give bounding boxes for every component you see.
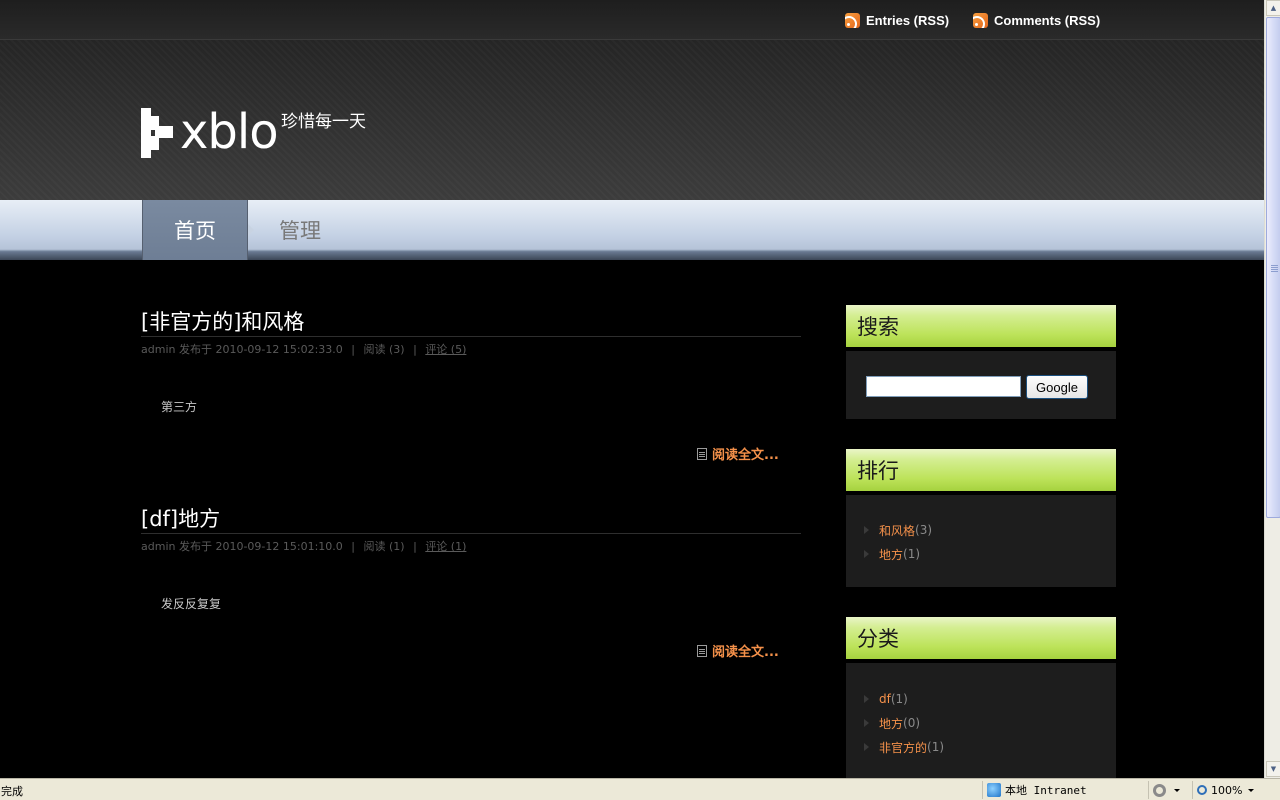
- entries-rss-link[interactable]: Entries (RSS): [845, 12, 949, 28]
- post-excerpt: 第三方: [161, 400, 198, 414]
- post-author[interactable]: admin: [141, 343, 175, 356]
- category-item-link[interactable]: df: [879, 692, 891, 706]
- chevron-down-icon: [1248, 788, 1255, 792]
- zoom-icon: [1197, 785, 1207, 795]
- site-logo-text[interactable]: xblo: [180, 104, 279, 160]
- widget-title: 搜索: [846, 305, 1116, 347]
- nav-item-home[interactable]: 首页: [142, 200, 248, 260]
- post-published-prefix: 发布于: [178, 540, 212, 553]
- post-meta: admin 发布于 2010-09-12 15:02:33.0 | 阅读 (3)…: [141, 343, 467, 356]
- list-item: 地方 (0): [864, 711, 944, 735]
- scroll-down-button[interactable]: ▼: [1266, 761, 1280, 777]
- widget-title: 排行: [846, 449, 1116, 491]
- ranking-widget: 排行 和风格 (3) 地方 (1): [846, 449, 1116, 587]
- post-divider: [141, 336, 801, 337]
- categories-list: df (1) 地方 (0) 非官方的 (1): [864, 687, 944, 759]
- post-published-prefix: 发布于: [178, 343, 212, 356]
- logo-mark-icon[interactable]: [141, 108, 173, 158]
- security-zone[interactable]: 本地 Intranet: [982, 781, 1148, 799]
- grip-icon: [1271, 265, 1278, 266]
- status-text: 完成: [1, 785, 23, 798]
- scrollbar-thumb[interactable]: [1266, 17, 1280, 518]
- gear-icon: [1153, 783, 1166, 797]
- list-item: 和风格 (3): [864, 518, 932, 542]
- ranking-item-link[interactable]: 和风格: [879, 522, 915, 539]
- nav-item-admin[interactable]: 管理: [255, 200, 345, 260]
- item-count: (0): [903, 716, 921, 730]
- zone-label: 本地 Intranet: [1005, 784, 1087, 797]
- item-count: (3): [915, 523, 933, 537]
- post-datetime: 2010-09-12 15:02:33.0: [215, 343, 343, 356]
- post-read-count: 阅读 (3): [363, 343, 405, 356]
- read-more-link[interactable]: 阅读全文...: [697, 641, 779, 660]
- nav-item-label: 管理: [279, 219, 321, 243]
- intranet-zone-icon: [987, 783, 1001, 797]
- rss-icon: [973, 12, 988, 28]
- post-comments-link[interactable]: 评论 (5): [425, 343, 466, 356]
- nav-item-label: 首页: [174, 219, 216, 243]
- post-read-count: 阅读 (1): [363, 540, 405, 553]
- protected-mode-indicator[interactable]: [1148, 781, 1190, 799]
- comments-rss-label: Comments (RSS): [994, 12, 1101, 28]
- comments-rss-link[interactable]: Comments (RSS): [973, 12, 1100, 28]
- category-item-link[interactable]: 地方: [879, 715, 903, 732]
- chevron-down-icon: [1174, 788, 1180, 792]
- ranking-list: 和风格 (3) 地方 (1): [864, 518, 932, 566]
- entries-rss-label: Entries (RSS): [866, 12, 950, 28]
- read-more-label: 阅读全文...: [712, 645, 779, 660]
- item-count: (1): [890, 692, 908, 706]
- post-title[interactable]: [非官方的]和风格: [141, 308, 304, 336]
- document-icon: [697, 447, 707, 460]
- zoom-control[interactable]: 100%: [1192, 781, 1264, 799]
- document-icon: [697, 644, 707, 657]
- list-item: 地方 (1): [864, 542, 932, 566]
- nav-arrow-icon: [248, 224, 254, 236]
- post-excerpt: 发反反复复: [161, 597, 222, 611]
- categories-widget: 分类 df (1) 地方 (0) 非官方的 (1): [846, 617, 1116, 778]
- zoom-level: 100%: [1211, 783, 1243, 797]
- list-item: df (1): [864, 687, 944, 711]
- widget-title: 分类: [846, 617, 1116, 659]
- category-item-link[interactable]: 非官方的: [879, 739, 927, 756]
- list-item: 非官方的 (1): [864, 735, 944, 759]
- search-widget: 搜索 Google: [846, 305, 1116, 419]
- browser-status-bar: 完成 本地 Intranet 100%: [0, 778, 1280, 800]
- read-more-label: 阅读全文...: [712, 448, 779, 463]
- post-title[interactable]: [df]地方: [141, 505, 220, 533]
- post-divider: [141, 533, 801, 534]
- item-count: (1): [903, 547, 921, 561]
- ranking-item-link[interactable]: 地方: [879, 546, 903, 563]
- post-comments-link[interactable]: 评论 (1): [425, 540, 466, 553]
- vertical-scrollbar[interactable]: ▲ ▼: [1264, 0, 1280, 778]
- site-tagline: 珍惜每一天: [281, 112, 366, 132]
- google-search-button[interactable]: Google: [1026, 375, 1088, 399]
- rss-icon: [845, 12, 860, 28]
- post-meta: admin 发布于 2010-09-12 15:01:10.0 | 阅读 (1)…: [141, 540, 467, 553]
- item-count: (1): [927, 740, 945, 754]
- read-more-link[interactable]: 阅读全文...: [697, 444, 779, 463]
- post-datetime: 2010-09-12 15:01:10.0: [215, 540, 343, 553]
- search-input[interactable]: [866, 376, 1021, 397]
- scroll-up-button[interactable]: ▲: [1266, 0, 1280, 16]
- post-author[interactable]: admin: [141, 540, 175, 553]
